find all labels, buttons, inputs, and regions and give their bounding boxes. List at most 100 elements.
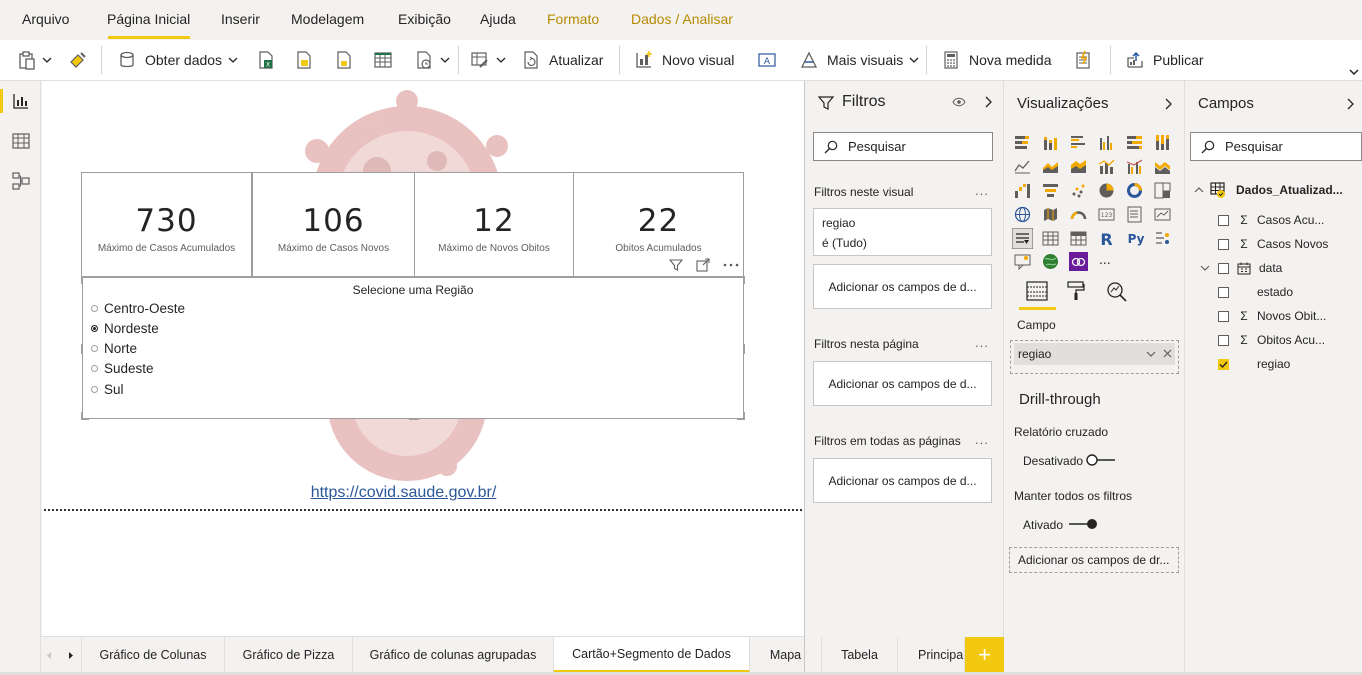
campo-field-pill[interactable]: regiao bbox=[1014, 343, 1175, 365]
enter-data-button[interactable] bbox=[373, 40, 393, 80]
text-box-button[interactable]: A bbox=[757, 40, 777, 80]
chevron-right-icon[interactable] bbox=[68, 651, 74, 660]
checkbox[interactable] bbox=[1218, 334, 1229, 346]
add-page-button[interactable]: + bbox=[965, 637, 1004, 673]
add-fields-dropzone[interactable]: Adicionar os campos de d... bbox=[813, 458, 992, 503]
resize-handle[interactable] bbox=[743, 344, 745, 354]
eye-icon[interactable] bbox=[952, 97, 966, 107]
waterfall-chart-icon[interactable] bbox=[1014, 182, 1031, 199]
radio-button[interactable] bbox=[91, 305, 98, 312]
tab-mapa[interactable]: Mapa bbox=[750, 637, 822, 673]
tab-grafico-pizza[interactable]: Gráfico de Pizza bbox=[225, 637, 353, 673]
resize-handle[interactable] bbox=[81, 412, 83, 420]
slicer-item[interactable]: Centro-Oeste bbox=[91, 301, 185, 316]
more-options-icon[interactable]: ... bbox=[975, 432, 989, 447]
menu-modelagem[interactable]: Modelagem bbox=[291, 11, 364, 27]
card-max-casos-acumulados[interactable]: 730 Máximo de Casos Acumulados bbox=[81, 172, 252, 277]
format-paint-roller-icon[interactable] bbox=[1067, 281, 1085, 301]
chevron-right-icon[interactable] bbox=[1165, 98, 1173, 110]
add-fields-dropzone[interactable]: Adicionar os campos de d... bbox=[813, 361, 992, 406]
atualizar-button[interactable]: Atualizar bbox=[521, 40, 603, 80]
nova-medida-button[interactable]: Nova medida bbox=[941, 40, 1052, 80]
resize-handle[interactable] bbox=[409, 418, 419, 420]
radio-button[interactable] bbox=[91, 345, 98, 352]
treemap-icon[interactable] bbox=[1154, 182, 1171, 199]
more-options-icon[interactable]: ... bbox=[975, 335, 989, 350]
chevron-left-icon[interactable] bbox=[46, 651, 52, 660]
card-max-casos-novos[interactable]: 106 Máximo de Casos Novos bbox=[252, 172, 415, 277]
resize-handle[interactable] bbox=[743, 276, 745, 284]
menu-formato[interactable]: Formato bbox=[547, 11, 599, 27]
pie-chart-icon[interactable] bbox=[1098, 182, 1115, 199]
filter-icon[interactable] bbox=[669, 258, 683, 272]
field-casos-novos[interactable]: Σ Casos Novos bbox=[1218, 237, 1328, 251]
chevron-up-icon[interactable] bbox=[1194, 187, 1204, 193]
tab-tabela[interactable]: Tabela bbox=[822, 637, 898, 673]
field-novos-obitos[interactable]: Σ Novos Obit... bbox=[1218, 309, 1326, 323]
line-and-clustered-column-icon[interactable] bbox=[1126, 158, 1143, 175]
radio-button-selected[interactable] bbox=[91, 325, 98, 332]
menu-inserir[interactable]: Inserir bbox=[221, 11, 260, 27]
resize-handle[interactable] bbox=[743, 412, 745, 420]
menu-dados-analisar[interactable]: Dados / Analisar bbox=[631, 11, 733, 27]
card-obitos-acumulados[interactable]: 22 Obitos Acumulados bbox=[573, 172, 744, 277]
r-script-visual-icon[interactable]: R bbox=[1098, 230, 1115, 247]
ribbon-chart-icon[interactable] bbox=[1154, 158, 1171, 175]
key-influencers-icon[interactable] bbox=[1154, 230, 1171, 247]
line-and-stacked-column-icon[interactable] bbox=[1098, 158, 1115, 175]
card-icon[interactable]: 123 bbox=[1098, 206, 1115, 223]
menu-arquivo[interactable]: Arquivo bbox=[22, 11, 69, 27]
globe-custom-visual-icon[interactable] bbox=[1042, 253, 1059, 270]
clustered-column-chart-icon[interactable] bbox=[1098, 134, 1115, 151]
filters-search-input[interactable]: Pesquisar bbox=[813, 132, 993, 161]
table-dados-atualizados[interactable]: Dados_Atualizad... bbox=[1194, 182, 1343, 198]
covid-link[interactable]: https://covid.saude.gov.br/ bbox=[42, 484, 765, 502]
more-options-icon[interactable]: ... bbox=[975, 183, 989, 198]
filled-map-icon[interactable] bbox=[1042, 206, 1059, 223]
100-stacked-bar-chart-icon[interactable] bbox=[1126, 134, 1143, 151]
custom-visual-icon[interactable] bbox=[1069, 252, 1088, 271]
chevron-down-icon[interactable] bbox=[1200, 265, 1210, 271]
radio-button[interactable] bbox=[91, 365, 98, 372]
cross-report-toggle[interactable] bbox=[1085, 453, 1117, 467]
100-stacked-column-chart-icon[interactable] bbox=[1154, 134, 1171, 151]
checkbox-checked-icon[interactable] bbox=[1218, 358, 1229, 370]
close-icon[interactable] bbox=[1163, 349, 1172, 358]
chevron-right-icon[interactable] bbox=[985, 96, 993, 108]
menu-ajuda[interactable]: Ajuda bbox=[480, 11, 516, 27]
multi-row-card-icon[interactable] bbox=[1126, 206, 1143, 223]
report-canvas[interactable]: 730 Máximo de Casos Acumulados 106 Máxim… bbox=[42, 81, 804, 636]
dataset-button[interactable] bbox=[294, 40, 314, 80]
add-fields-dropzone[interactable]: Adicionar os campos de d... bbox=[813, 264, 992, 309]
field-estado[interactable]: estado bbox=[1218, 285, 1293, 299]
matrix-icon[interactable] bbox=[1070, 230, 1087, 247]
format-painter-button[interactable] bbox=[68, 40, 88, 80]
menu-pagina-inicial[interactable]: Página Inicial bbox=[107, 11, 190, 27]
quick-measure-button[interactable] bbox=[1073, 40, 1093, 80]
radio-button[interactable] bbox=[91, 386, 98, 393]
obter-dados-button[interactable]: Obter dados bbox=[117, 40, 238, 80]
table-visual-icon[interactable] bbox=[1042, 230, 1059, 247]
dataverse-button[interactable] bbox=[334, 40, 354, 80]
tab-cartao-segmento[interactable]: Cartão+Segmento de Dados bbox=[554, 637, 750, 673]
more-visuals-icon[interactable]: ... bbox=[1099, 251, 1111, 267]
field-data[interactable]: data bbox=[1200, 261, 1282, 275]
tab-principal[interactable]: Principal bbox=[898, 637, 965, 673]
funnel-chart-icon[interactable] bbox=[1042, 182, 1059, 199]
slicer-icon-selected[interactable] bbox=[1012, 228, 1033, 249]
resize-handle[interactable] bbox=[81, 344, 83, 354]
area-chart-icon[interactable] bbox=[1042, 158, 1059, 175]
checkbox[interactable] bbox=[1218, 310, 1229, 322]
field-casos-acumulados[interactable]: Σ Casos Acu... bbox=[1218, 213, 1324, 227]
checkbox[interactable] bbox=[1218, 262, 1229, 274]
field-regiao[interactable]: regiao bbox=[1218, 357, 1290, 371]
publicar-button[interactable]: Publicar bbox=[1125, 40, 1204, 80]
data-view-icon[interactable] bbox=[12, 132, 30, 150]
slicer-item[interactable]: Sul bbox=[91, 382, 124, 397]
tab-grafico-colunas[interactable]: Gráfico de Colunas bbox=[81, 637, 225, 673]
analytics-magnifier-icon[interactable] bbox=[1106, 281, 1127, 302]
chevron-right-icon[interactable] bbox=[1347, 98, 1355, 110]
slicer-item[interactable]: Norte bbox=[91, 341, 137, 356]
checkbox[interactable] bbox=[1218, 286, 1229, 298]
expand-ribbon-icon[interactable] bbox=[1349, 69, 1359, 75]
